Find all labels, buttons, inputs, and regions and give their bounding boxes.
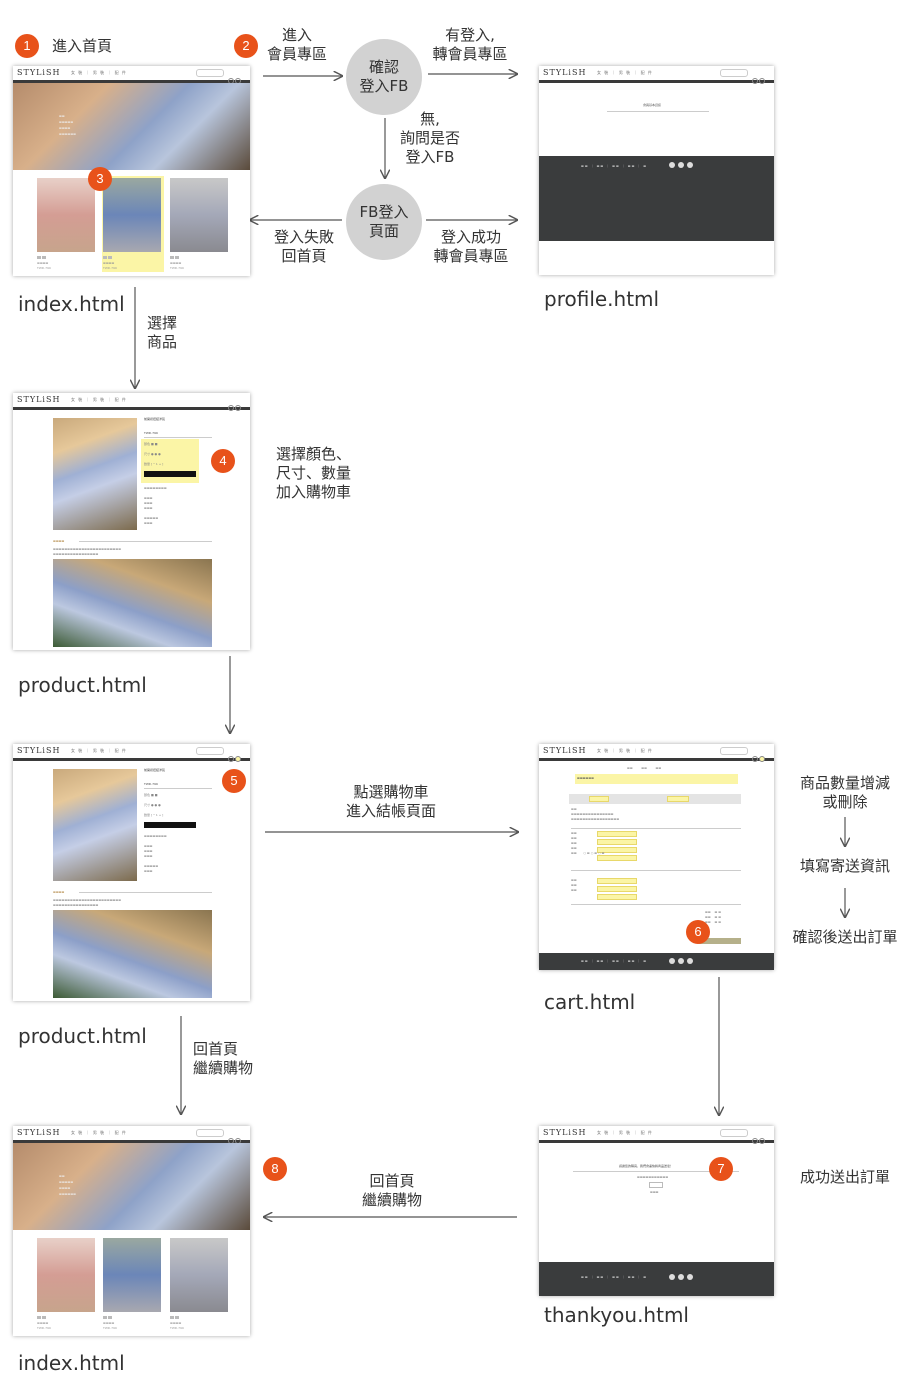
step-1-label: 進入首頁 bbox=[52, 37, 113, 55]
cart-step-shipping: 填寫寄送資訊 bbox=[799, 857, 890, 875]
step-2-label: 進入 會員專區 bbox=[266, 26, 327, 63]
index-screenshot-2: STYLiSH 女 裝 ｜ 男 裝 ｜ 配 件 ▬▬ ▬▬▬▬▬ ▬▬▬▬ ▬▬▬▬▬▬… bbox=[13, 1126, 250, 1336]
step-badge-7: 7 bbox=[709, 1157, 733, 1181]
step-badge-8: 8 bbox=[263, 1157, 287, 1181]
file-label-thankyou: thankyou.html bbox=[544, 1303, 689, 1327]
step-badge-6: 6 bbox=[686, 920, 710, 944]
cart-step-submit: 確認後送出訂單 bbox=[792, 928, 898, 946]
step-4-label: 選擇顏色、 尺寸、數量 加入購物車 bbox=[276, 445, 352, 501]
step-badge-4: 4 bbox=[211, 449, 235, 473]
file-label-index-1: index.html bbox=[18, 292, 125, 316]
profile-screenshot: STYLiSH 女 裝 ｜ 男 裝 ｜ 配 件 會員基本資訊 ▬▬ ｜ ▬▬ ｜ … bbox=[539, 66, 774, 275]
file-label-product-2: product.html bbox=[18, 1024, 147, 1048]
index-screenshot-1: STYLiSH 女 裝 ｜ 男 裝 ｜ 配 件 ▬▬ ▬▬▬▬▬ ▬▬▬▬ ▬▬▬▬▬▬… bbox=[13, 66, 250, 276]
file-label-index-2: index.html bbox=[18, 1351, 125, 1375]
step-badge-3: 3 bbox=[88, 167, 112, 191]
edge-not-logged-in: 無, 詢問是否 登入FB bbox=[399, 110, 460, 166]
cart-items-highlight bbox=[575, 774, 738, 784]
product-screenshot-1: STYLiSH 女 裝 ｜ 男 裝 ｜ 配 件 前開衩扭結洋裝 TWD.799 顏… bbox=[13, 393, 250, 650]
thankyou-screenshot: STYLiSH 女 裝 ｜ 男 裝 ｜ 配 件 感謝您的購買，我們會盡快將商品送達… bbox=[539, 1126, 774, 1296]
edge-back-home-1: 回首頁 繼續購物 bbox=[193, 1040, 254, 1077]
edge-logged-in: 有登入, 轉會員專區 bbox=[432, 26, 508, 63]
edge-login-success: 登入成功 轉會員專區 bbox=[433, 228, 509, 265]
step-badge-1: 1 bbox=[15, 34, 39, 58]
file-label-cart: cart.html bbox=[544, 990, 636, 1014]
edge-login-failed: 登入失敗 回首頁 bbox=[273, 228, 334, 265]
file-label-profile: profile.html bbox=[544, 287, 660, 311]
step-badge-5: 5 bbox=[222, 769, 246, 793]
cart-step-quantity: 商品數量增減 或刪除 bbox=[799, 774, 890, 811]
edge-select-product: 選擇 商品 bbox=[146, 314, 177, 351]
product-screenshot-2: STYLiSH 女 裝 ｜ 男 裝 ｜ 配 件 前開衩扭結洋裝 TWD.799 顏… bbox=[13, 744, 250, 1001]
step-badge-2: 2 bbox=[234, 34, 258, 58]
decision-confirm-fb: 確認 登入FB bbox=[346, 39, 422, 115]
decision-fb-login-page: FB登入 頁面 bbox=[346, 184, 422, 260]
success-label: 成功送出訂單 bbox=[799, 1168, 890, 1186]
edge-back-home-2: 回首頁 繼續購物 bbox=[361, 1172, 422, 1209]
cart-screenshot: STYLiSH 女 裝 ｜ 男 裝 ｜ 配 件 ▬▬ ▬▬ ▬▬ ▬▬▬▬▬▬ ▬… bbox=[539, 744, 774, 970]
file-label-product-1: product.html bbox=[18, 673, 147, 697]
edge-click-cart: 點選購物車 進入結帳頁面 bbox=[345, 783, 436, 820]
